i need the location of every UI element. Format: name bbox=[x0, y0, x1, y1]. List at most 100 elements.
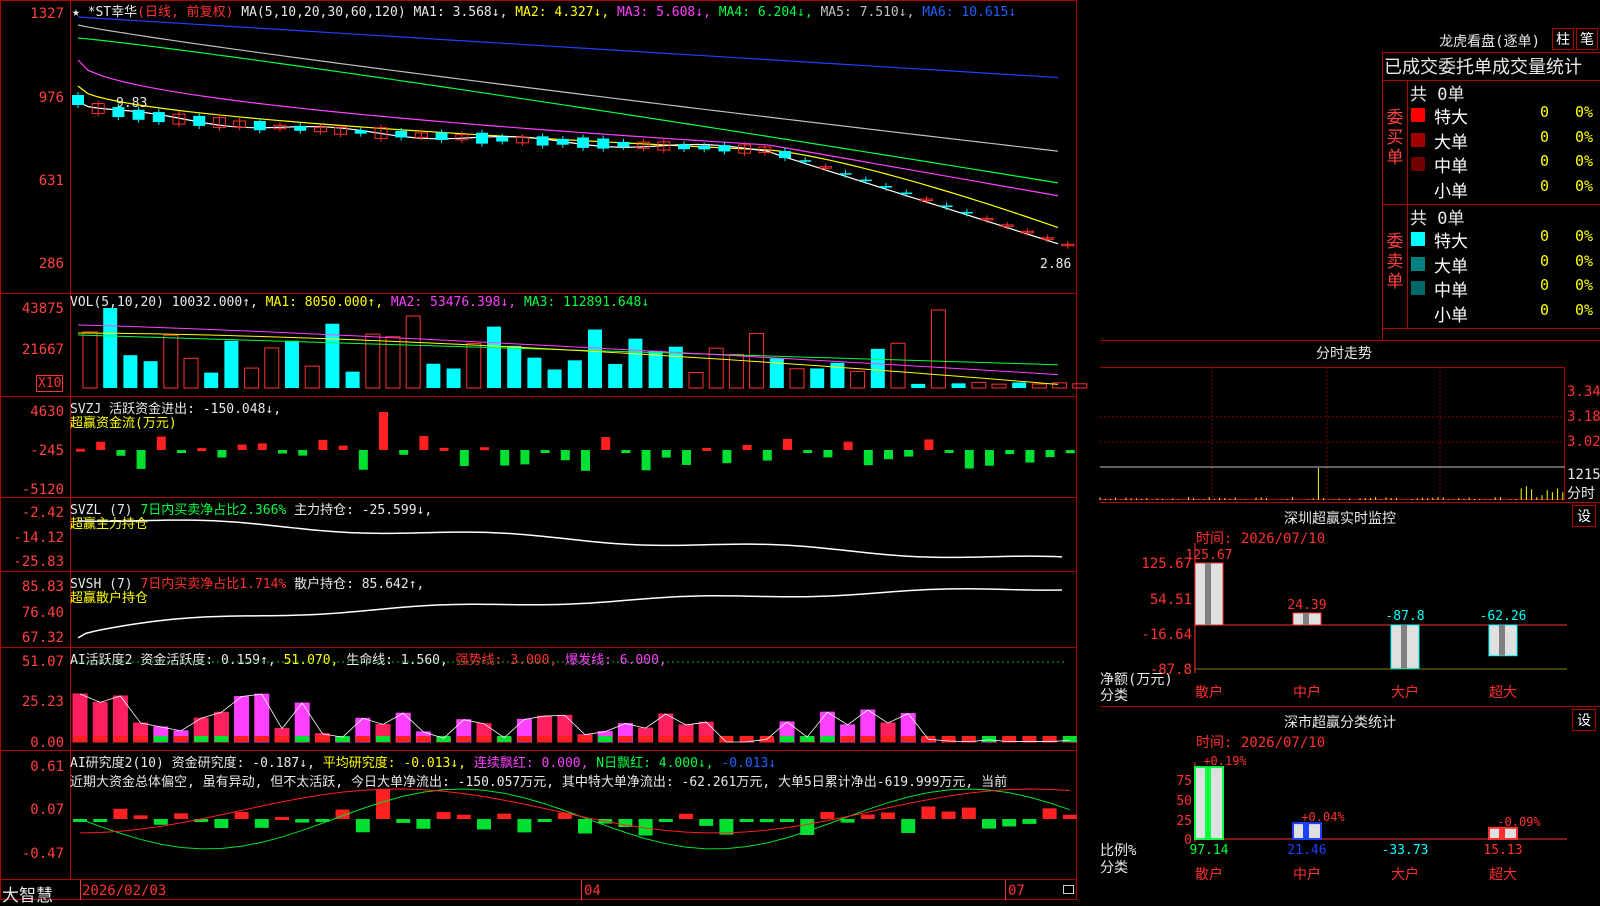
intraday-vol-label: 1215 bbox=[1567, 467, 1600, 483]
ai2-chart[interactable] bbox=[0, 751, 1077, 879]
dragon-tabs[interactable]: 已成交委托单成交量统计 bbox=[1384, 53, 1582, 79]
buy-row-name: 特大 bbox=[1434, 103, 1468, 127]
vol-bar bbox=[568, 360, 582, 388]
lock-icon[interactable] bbox=[1063, 885, 1074, 894]
activity-base bbox=[538, 736, 552, 742]
vol-bar bbox=[467, 343, 481, 388]
vol-bar bbox=[871, 349, 885, 388]
activity-base bbox=[73, 736, 87, 742]
activity-base bbox=[841, 736, 855, 742]
vol-bar bbox=[527, 358, 541, 388]
activity-base bbox=[881, 736, 895, 742]
vol-bar bbox=[1012, 382, 1026, 388]
date-axis-label: 2026/02/03 bbox=[82, 883, 166, 899]
monitor-category-label: 大户 bbox=[1391, 684, 1419, 701]
sell-row-pct: 0% bbox=[1575, 301, 1593, 325]
research-bar bbox=[497, 814, 511, 819]
activity-bar bbox=[255, 694, 269, 742]
vol-bar bbox=[507, 346, 521, 388]
research-bar bbox=[235, 812, 249, 819]
buy-row-val: 0 bbox=[1540, 177, 1549, 201]
vol-bar bbox=[83, 332, 97, 388]
flow-bar bbox=[924, 439, 933, 450]
flow-bar bbox=[844, 442, 853, 450]
bar-mode-button[interactable]: 柱 bbox=[1552, 28, 1574, 50]
flow-bar bbox=[157, 437, 166, 450]
activity-base bbox=[113, 736, 127, 742]
sell-row-val: 0 bbox=[1540, 227, 1549, 251]
vol-bar bbox=[952, 383, 966, 388]
svzl-chart[interactable] bbox=[0, 498, 1077, 572]
monitor-axis-label: 54.51 bbox=[1120, 592, 1192, 608]
vol-bar bbox=[325, 324, 339, 388]
vol-bar bbox=[608, 364, 622, 388]
classify-chart[interactable]: +0.19%97.14散户+0.04%21.46中户-33.73大户-0.09%… bbox=[1195, 707, 1595, 901]
vol-chart[interactable] bbox=[0, 295, 1077, 395]
date-axis-tick bbox=[1005, 880, 1006, 900]
monitor-cat-label: 分类 bbox=[1100, 685, 1128, 705]
research-bar bbox=[416, 819, 430, 829]
flow-bar bbox=[884, 450, 893, 459]
research-bar bbox=[962, 808, 976, 819]
research-bar bbox=[538, 819, 552, 822]
sell-row-name: 大单 bbox=[1434, 252, 1468, 276]
research-bar bbox=[679, 814, 693, 819]
buy-row-val: 0 bbox=[1540, 152, 1549, 176]
activity-base bbox=[578, 736, 592, 742]
sell-row-name: 特大 bbox=[1434, 227, 1468, 251]
flow-bar bbox=[76, 449, 85, 452]
monitor-value-label: 24.39 bbox=[1287, 598, 1326, 613]
research-bar bbox=[1063, 815, 1077, 819]
svzj-chart[interactable] bbox=[0, 397, 1077, 497]
research-bar bbox=[275, 817, 289, 820]
activity-bar bbox=[73, 694, 87, 742]
research-bar bbox=[396, 819, 410, 823]
vol-bar bbox=[164, 335, 178, 388]
classify-bar-shade bbox=[1205, 767, 1211, 839]
monitor-value-label: -87.8 bbox=[1385, 609, 1424, 624]
monitor-category-label: 超大 bbox=[1489, 685, 1517, 701]
classify-bar-shade bbox=[1499, 828, 1505, 839]
flow-bar bbox=[298, 450, 307, 456]
flow-bar bbox=[763, 450, 772, 461]
classify-category-label: 散户 bbox=[1195, 866, 1223, 883]
vol-bar bbox=[366, 334, 380, 388]
sell-row-pct: 0% bbox=[1575, 252, 1593, 276]
ma4-line bbox=[78, 38, 1058, 183]
research-bar bbox=[1043, 808, 1057, 819]
date-axis-tick bbox=[581, 880, 582, 900]
buy-row-pct: 0% bbox=[1575, 103, 1593, 127]
kline-chart[interactable] bbox=[0, 0, 1077, 293]
intraday-vol-unit: 分时 bbox=[1567, 483, 1595, 503]
vol-bar bbox=[224, 341, 238, 388]
research-bar bbox=[1002, 819, 1016, 826]
research-bar bbox=[113, 809, 127, 819]
vol-bar bbox=[1053, 383, 1067, 388]
dragon-title: 龙虎看盘(逐单) bbox=[1100, 31, 1540, 51]
vol-bar bbox=[487, 327, 501, 388]
activity-base bbox=[457, 736, 471, 742]
ai1-chart[interactable] bbox=[0, 648, 1077, 750]
flow-bar bbox=[1005, 450, 1014, 454]
activity-base bbox=[901, 736, 915, 742]
intraday-price: 3.180 bbox=[1567, 409, 1600, 425]
research-bar bbox=[477, 819, 491, 829]
vol-bar bbox=[1032, 384, 1046, 388]
flow-bar bbox=[217, 450, 226, 458]
flow-bar bbox=[783, 439, 792, 450]
sell-group-label: 委卖单 bbox=[1385, 232, 1405, 292]
classify-axis-label: 75 bbox=[1140, 774, 1192, 789]
sell-row-swatch bbox=[1411, 281, 1425, 295]
dragon-divider bbox=[1382, 328, 1600, 329]
intraday-chart[interactable] bbox=[1100, 367, 1565, 500]
tick-mode-button[interactable]: 笔 bbox=[1576, 28, 1598, 50]
svsh-chart[interactable] bbox=[0, 572, 1077, 648]
research-bar bbox=[760, 819, 774, 822]
research-bar bbox=[134, 815, 148, 819]
buy-row-pct: 0% bbox=[1575, 152, 1593, 176]
vol-bar bbox=[548, 369, 562, 388]
monitor-chart[interactable]: 125.67散户24.39中户-87.8大户-62.26超大 bbox=[1195, 503, 1595, 703]
classify-value-label: 97.14 bbox=[1189, 843, 1228, 858]
activity-base bbox=[497, 736, 511, 742]
flow-bar bbox=[682, 450, 691, 465]
